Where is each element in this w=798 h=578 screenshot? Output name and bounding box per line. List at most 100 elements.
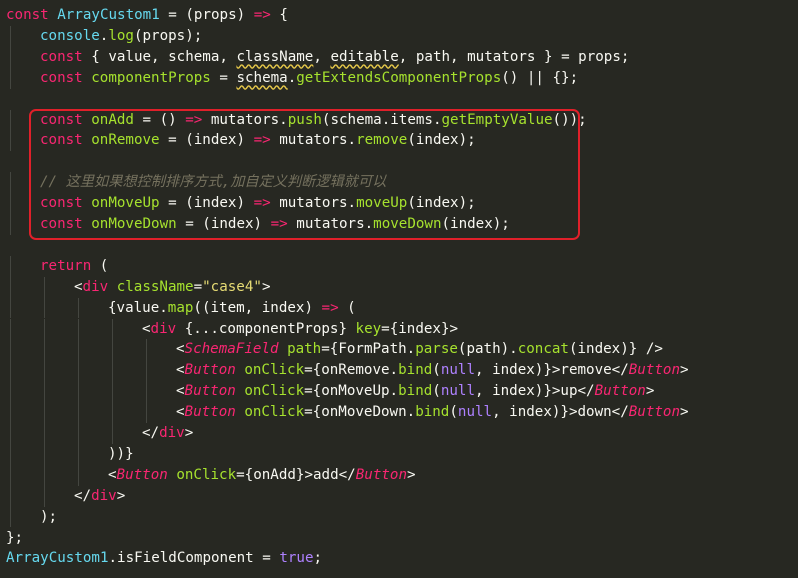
code-token: moveDown — [373, 216, 442, 232]
code-line: const onAdd = () => mutators.push(schema… — [40, 110, 587, 131]
code-token: (index)} /> — [568, 341, 663, 358]
code-token: const — [40, 216, 92, 232]
code-token: onMoveDown — [91, 216, 177, 232]
code-line: ); — [40, 507, 57, 528]
indent-guide — [10, 46, 11, 68]
code-token: => — [253, 132, 271, 149]
indent-guide — [78, 402, 79, 423]
code-token: componentProps — [91, 69, 211, 86]
code-token: const — [40, 111, 92, 128]
code-token: { — [270, 7, 288, 23]
indent-guide — [78, 360, 79, 382]
code-token: SchemaField — [184, 341, 279, 358]
code-token: parse — [415, 341, 458, 358]
code-token: < — [176, 404, 185, 421]
indent-guide — [10, 360, 11, 382]
indent-guide — [10, 25, 11, 47]
code-token: > — [680, 404, 689, 421]
indent-guide — [112, 423, 113, 444]
indent-guide — [112, 360, 113, 382]
code-line: ))} — [108, 444, 134, 465]
code-token: Button — [355, 466, 407, 483]
code-line: <Button onClick={onMoveUp.bind(null, ind… — [176, 381, 654, 402]
code-token: div — [150, 320, 177, 337]
code-token: { value, schema, — [91, 48, 237, 65]
indent-guide — [112, 318, 113, 340]
code-token: < — [142, 320, 151, 337]
code-token: onClick — [244, 404, 305, 421]
code-token: console — [40, 27, 100, 44]
indent-guide — [78, 381, 79, 403]
code-token: editable — [330, 48, 399, 65]
code-token: ((item, index) — [193, 299, 322, 316]
code-line: return ( — [40, 256, 108, 277]
code-token: => — [185, 111, 203, 128]
code-token: remove — [356, 132, 408, 149]
code-token: (props); — [133, 27, 203, 44]
code-line: <SchemaField path={FormPath.parse(path).… — [176, 339, 663, 360]
code-token: Button — [628, 404, 680, 421]
code-token: => — [253, 7, 271, 23]
code-line: const onRemove = (index) => mutators.rem… — [40, 130, 476, 151]
indent-guide — [10, 109, 11, 131]
code-token: onClick — [176, 466, 237, 483]
code-token: onAdd — [91, 111, 134, 128]
indent-guide — [78, 297, 79, 319]
code-token: . — [287, 69, 297, 86]
code-token: getExtendsComponentProps — [296, 69, 502, 86]
code-token: = (index) — [159, 132, 254, 149]
code-token: onClick — [244, 383, 305, 400]
indent-guide — [78, 443, 79, 465]
code-token: (index); — [407, 132, 476, 149]
code-editor[interactable]: const ArrayCustom1 = (props) => {console… — [0, 0, 798, 578]
indent-guide — [146, 339, 147, 361]
code-token: => — [321, 299, 339, 316]
indent-guide — [10, 214, 11, 235]
indent-guide — [146, 402, 147, 423]
code-token: < — [108, 466, 117, 483]
indent-guide — [10, 485, 11, 507]
code-token: getEmptyValue — [441, 111, 553, 128]
code-token: < — [74, 278, 83, 295]
code-token: > — [184, 425, 194, 441]
code-line: const onMoveUp = (index) => mutators.mov… — [40, 193, 476, 214]
code-token: => — [253, 195, 271, 212]
code-line: <Button onClick={onMoveDown.bind(null, i… — [176, 402, 689, 423]
code-token: mutators. — [270, 132, 357, 149]
code-line: </div> — [74, 486, 125, 507]
code-token: }; — [6, 529, 24, 546]
code-token: ={onAdd}>add</ — [236, 466, 356, 483]
code-token: , index)}>remove</ — [475, 362, 629, 379]
code-token: ={index}> — [381, 320, 459, 337]
indent-guide — [10, 172, 11, 194]
indent-guide — [10, 339, 11, 361]
indent-guide — [44, 318, 45, 340]
code-token: null — [457, 404, 493, 421]
indent-guide — [44, 360, 45, 382]
indent-guide — [10, 443, 11, 465]
code-token: div — [159, 425, 185, 441]
code-token: onRemove — [91, 132, 160, 149]
code-token: ( — [91, 257, 109, 274]
code-token: schema — [236, 69, 288, 86]
indent-guide — [44, 339, 45, 361]
code-token: return — [40, 257, 92, 274]
code-token: ( — [338, 299, 356, 316]
code-token: ()); — [552, 111, 587, 128]
code-token: ); — [40, 508, 58, 525]
code-line: ArrayCustom1.isFieldComponent = true; — [6, 548, 322, 569]
code-token: = (props) — [159, 7, 254, 23]
code-token: (index); — [407, 195, 476, 212]
code-token: > — [680, 362, 689, 379]
code-token: const — [40, 132, 92, 149]
code-token: Button — [184, 383, 236, 400]
code-token: div — [91, 487, 117, 504]
code-token: ( — [432, 383, 441, 400]
code-token: bind — [398, 383, 433, 400]
code-token: (schema.items. — [321, 111, 442, 128]
code-token: > — [261, 278, 271, 295]
code-token: Button — [184, 362, 236, 379]
code-line: <div className="case4"> — [74, 277, 270, 298]
